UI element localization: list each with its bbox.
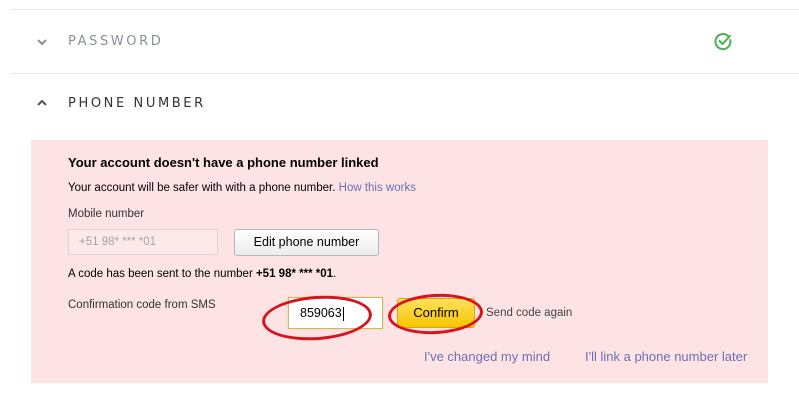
code-sent-number: +51 98* *** *01 bbox=[255, 268, 334, 280]
code-sent-message: A code has been sent to the number +51 9… bbox=[68, 268, 336, 280]
code-sent-suffix: . bbox=[333, 268, 337, 280]
chevron-up-icon[interactable] bbox=[36, 97, 48, 109]
panel-title: Your account doesn't have a phone number… bbox=[68, 155, 379, 170]
mobile-number-label: Mobile number bbox=[68, 208, 145, 220]
confirmation-code-label: Confirmation code from SMS bbox=[68, 299, 216, 311]
password-section-title[interactable]: PASSWORD bbox=[68, 34, 163, 49]
mobile-number-field[interactable]: +51 98* *** *01 bbox=[68, 229, 218, 255]
link-later-link[interactable]: I'll link a phone number later bbox=[585, 349, 747, 364]
changed-mind-link[interactable]: I've changed my mind bbox=[424, 349, 550, 364]
phone-section-title[interactable]: PHONE NUMBER bbox=[68, 96, 206, 111]
panel-subtitle: Your account will be safer with with a p… bbox=[68, 182, 416, 194]
send-code-again-link[interactable]: Send code again bbox=[486, 307, 572, 319]
chevron-down-icon[interactable] bbox=[36, 36, 48, 48]
check-circle-icon bbox=[714, 33, 732, 51]
top-divider bbox=[11, 9, 799, 10]
code-sent-prefix: A code has been sent to the number bbox=[68, 268, 256, 280]
how-this-works-link[interactable]: How this works bbox=[339, 182, 416, 194]
edit-phone-button[interactable]: Edit phone number bbox=[234, 229, 379, 256]
subtitle-text: Your account will be safer with with a p… bbox=[68, 182, 336, 194]
section-divider bbox=[11, 73, 799, 74]
phone-panel bbox=[31, 140, 768, 383]
